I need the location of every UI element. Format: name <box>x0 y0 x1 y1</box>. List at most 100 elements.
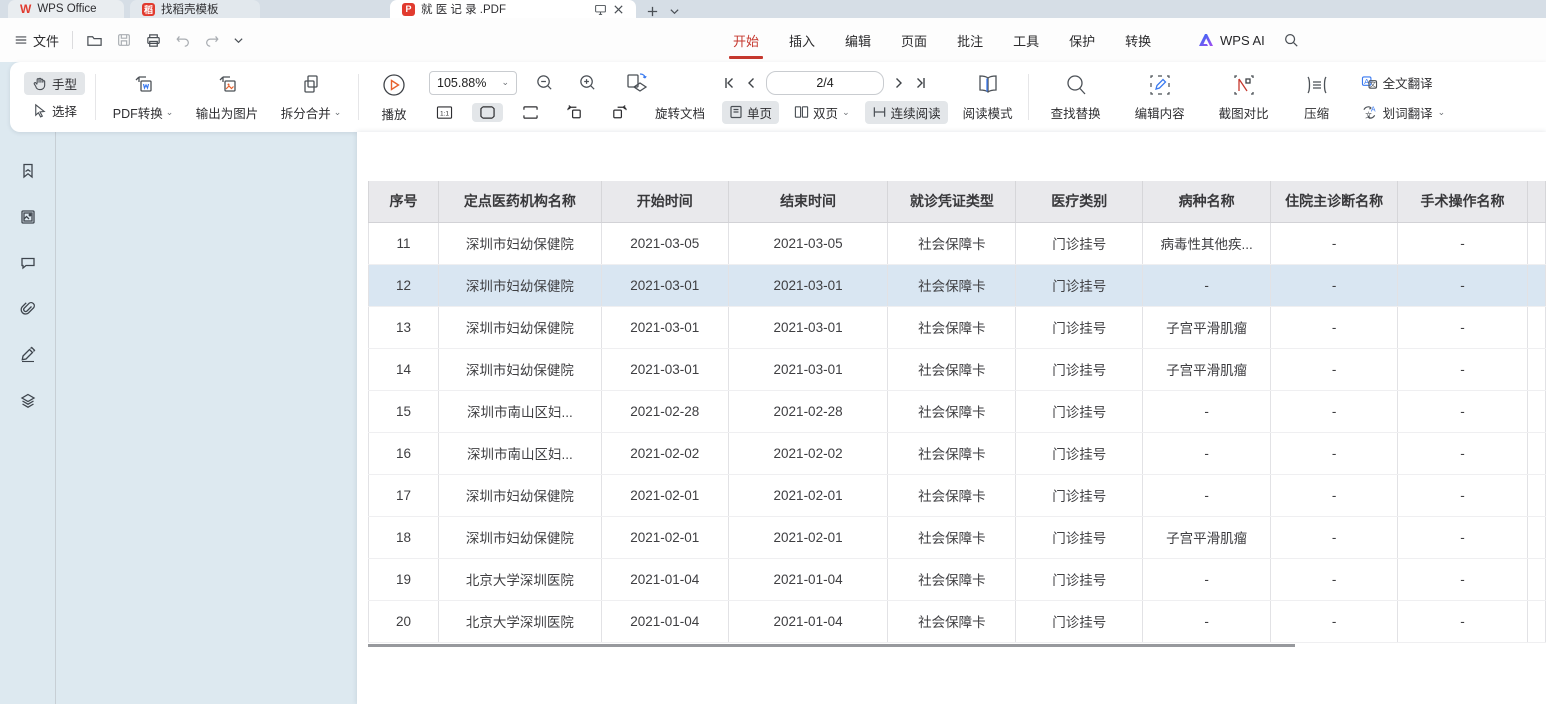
table-header-cell: 开始时间 <box>601 181 728 222</box>
ribbon-tab-page[interactable]: 页面 <box>901 18 927 62</box>
tab-document[interactable]: P 就 医 记 录 .PDF <box>390 0 636 18</box>
table-row[interactable]: 11深圳市妇幼保健院2021-03-052021-03-05社会保障卡门诊挂号病… <box>369 222 1546 264</box>
ribbon-tab-protect[interactable]: 保护 <box>1069 18 1095 62</box>
undo-icon[interactable] <box>175 32 191 48</box>
wps-pdf-window: W WPS Office 稻 找稻壳模板 P 就 医 记 录 .PDF <box>0 0 1546 704</box>
tab-label: 找稻壳模板 <box>161 1 219 17</box>
table-cell: - <box>1398 390 1528 432</box>
save-icon[interactable] <box>116 32 132 48</box>
table-cell: 门诊挂号 <box>1016 222 1143 264</box>
table-cell: - <box>1143 600 1271 642</box>
table-bottom-rule <box>368 644 1295 647</box>
table-row[interactable]: 19北京大学深圳医院2021-01-042021-01-04社会保障卡门诊挂号-… <box>369 558 1546 600</box>
close-tab-icon[interactable] <box>613 4 624 15</box>
table-cell: 2021-01-04 <box>728 558 888 600</box>
ribbon-tab-convert[interactable]: 转换 <box>1125 18 1151 62</box>
table-header-row: 序号定点医药机构名称开始时间结束时间就诊凭证类型医疗类别病种名称住院主诊断名称手… <box>369 181 1546 222</box>
ribbon-tab-home[interactable]: 开始 <box>733 18 759 62</box>
ribbon-tab-insert[interactable]: 插入 <box>789 18 815 62</box>
comment-icon[interactable] <box>17 252 39 274</box>
table-header-cell: 结束时间 <box>728 181 888 222</box>
table-row[interactable]: 12深圳市妇幼保健院2021-03-012021-03-01社会保障卡门诊挂号-… <box>369 264 1546 306</box>
table-header-cell: 序号 <box>369 181 439 222</box>
wps-ai-logo-icon <box>1198 33 1214 47</box>
table-row[interactable]: 15深圳市南山区妇...2021-02-282021-02-28社会保障卡门诊挂… <box>369 390 1546 432</box>
signature-icon[interactable] <box>17 344 39 366</box>
table-cell: 门诊挂号 <box>1016 264 1143 306</box>
ribbon-search-icon[interactable] <box>1283 32 1299 48</box>
table-cell: 20 <box>369 600 439 642</box>
table-cell: - <box>1271 306 1398 348</box>
attachment-icon[interactable] <box>17 298 39 320</box>
file-menu-button[interactable]: 文件 <box>14 31 59 50</box>
tab-wps-office[interactable]: W WPS Office <box>8 0 124 18</box>
thumbnail-icon[interactable] <box>17 206 39 228</box>
quick-access-chevron-icon[interactable] <box>233 35 244 46</box>
table-cell: - <box>1398 306 1528 348</box>
table-cell: 2021-03-05 <box>728 222 888 264</box>
table-cell: - <box>1143 390 1271 432</box>
table-cell: 深圳市妇幼保健院 <box>438 516 601 558</box>
table-row[interactable]: 16深圳市南山区妇...2021-02-022021-02-02社会保障卡门诊挂… <box>369 432 1546 474</box>
table-cell: 16 <box>369 432 439 474</box>
left-sidebar <box>0 62 56 704</box>
table-cell: - <box>1398 516 1528 558</box>
tab-list-chevron-icon[interactable] <box>669 6 680 17</box>
table-cell: - <box>1398 348 1528 390</box>
layers-icon[interactable] <box>17 390 39 412</box>
pdf-file-icon: P <box>402 3 415 16</box>
bookmark-icon[interactable] <box>17 160 39 182</box>
table-cell: - <box>1271 348 1398 390</box>
tab-docer-templates[interactable]: 稻 找稻壳模板 <box>130 0 260 18</box>
table-row[interactable]: 14深圳市妇幼保健院2021-03-012021-03-01社会保障卡门诊挂号子… <box>369 348 1546 390</box>
table-cell: 门诊挂号 <box>1016 390 1143 432</box>
table-cell: - <box>1271 432 1398 474</box>
table-row[interactable]: 18深圳市妇幼保健院2021-02-012021-02-01社会保障卡门诊挂号子… <box>369 516 1546 558</box>
table-cell: 深圳市妇幼保健院 <box>438 474 601 516</box>
new-tab-icon[interactable] <box>646 5 659 18</box>
table-cell: 子宫平滑肌瘤 <box>1143 516 1271 558</box>
table-cell: 门诊挂号 <box>1016 516 1143 558</box>
table-cell: 社会保障卡 <box>888 222 1016 264</box>
print-icon[interactable] <box>145 32 162 49</box>
table-header-cell: 定点医药机构名称 <box>438 181 601 222</box>
menu-bar: 文件 开始 插入 编辑 页 <box>0 18 1546 62</box>
tab-label: WPS Office <box>37 3 96 15</box>
pdf-page[interactable]: 序号定点医药机构名称开始时间结束时间就诊凭证类型医疗类别病种名称住院主诊断名称手… <box>357 132 1546 704</box>
table-cell: - <box>1271 558 1398 600</box>
table-cell: - <box>1271 474 1398 516</box>
table-cell: 17 <box>369 474 439 516</box>
table-cell: - <box>1271 264 1398 306</box>
table-row[interactable]: 13深圳市妇幼保健院2021-03-012021-03-01社会保障卡门诊挂号子… <box>369 306 1546 348</box>
ribbon-tab-comment[interactable]: 批注 <box>957 18 983 62</box>
table-header-cell <box>1527 181 1545 222</box>
table-cell: 社会保障卡 <box>888 432 1016 474</box>
table-header-cell: 就诊凭证类型 <box>888 181 1016 222</box>
table-row[interactable]: 20北京大学深圳医院2021-01-042021-01-04社会保障卡门诊挂号-… <box>369 600 1546 642</box>
table-cell: 2021-03-01 <box>728 264 888 306</box>
table-cell: 2021-02-01 <box>601 474 728 516</box>
table-cell: - <box>1271 516 1398 558</box>
monitor-icon[interactable] <box>594 3 607 16</box>
table-cell: 门诊挂号 <box>1016 348 1143 390</box>
ribbon-tab-tools[interactable]: 工具 <box>1013 18 1039 62</box>
document-canvas[interactable]: 序号定点医药机构名称开始时间结束时间就诊凭证类型医疗类别病种名称住院主诊断名称手… <box>57 70 1546 704</box>
table-cell <box>1527 558 1545 600</box>
file-menu-label: 文件 <box>33 31 59 50</box>
table-cell: 北京大学深圳医院 <box>438 558 601 600</box>
window-tab-bar: W WPS Office 稻 找稻壳模板 P 就 医 记 录 .PDF <box>0 0 1546 18</box>
cursor-icon <box>32 103 47 118</box>
ribbon-tab-edit[interactable]: 编辑 <box>845 18 871 62</box>
table-cell: 11 <box>369 222 439 264</box>
table-cell: 13 <box>369 306 439 348</box>
table-cell: 12 <box>369 264 439 306</box>
redo-icon[interactable] <box>204 32 220 48</box>
table-cell <box>1527 432 1545 474</box>
wps-ai-button[interactable]: WPS AI <box>1198 33 1265 48</box>
table-row[interactable]: 17深圳市妇幼保健院2021-02-012021-02-01社会保障卡门诊挂号-… <box>369 474 1546 516</box>
table-cell: 社会保障卡 <box>888 390 1016 432</box>
table-cell: 社会保障卡 <box>888 474 1016 516</box>
table-cell: 北京大学深圳医院 <box>438 600 601 642</box>
open-file-icon[interactable] <box>86 32 103 49</box>
table-cell: 社会保障卡 <box>888 558 1016 600</box>
